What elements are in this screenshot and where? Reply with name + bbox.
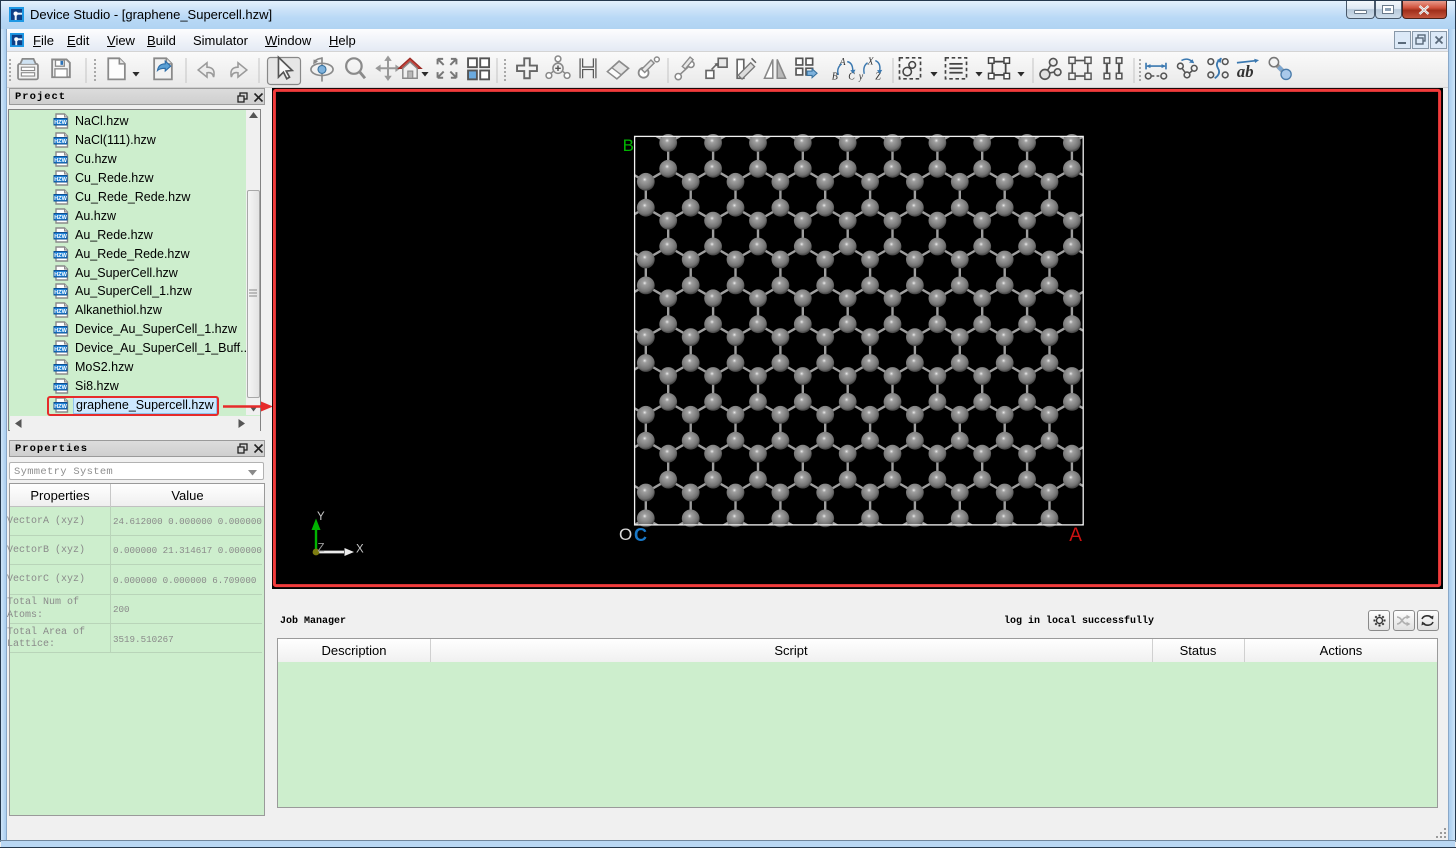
svg-text:HZW: HZW bbox=[54, 138, 67, 144]
svg-text:Z: Z bbox=[318, 543, 325, 555]
svg-text:HZW: HZW bbox=[54, 366, 67, 372]
svg-text:HZW: HZW bbox=[54, 347, 67, 353]
svg-text:X: X bbox=[356, 544, 364, 556]
svg-text:HZW: HZW bbox=[54, 119, 67, 125]
svg-text:y: y bbox=[858, 71, 864, 82]
svg-text:C: C bbox=[848, 71, 855, 82]
svg-text:B: B bbox=[832, 71, 838, 82]
svg-text:HZW: HZW bbox=[54, 214, 67, 220]
svg-text:HZW: HZW bbox=[54, 385, 67, 391]
svg-text:O: O bbox=[619, 525, 632, 544]
svg-text:HZW: HZW bbox=[54, 328, 67, 334]
svg-text:HZW: HZW bbox=[54, 252, 67, 258]
svg-text:HZW: HZW bbox=[54, 176, 67, 182]
svg-text:HZW: HZW bbox=[54, 233, 67, 239]
svg-text:HZW: HZW bbox=[54, 309, 67, 315]
svg-text:X: X bbox=[867, 56, 875, 67]
svg-text:Z: Z bbox=[875, 71, 881, 82]
svg-text:Y: Y bbox=[317, 511, 325, 523]
svg-text:ab: ab bbox=[1237, 62, 1254, 81]
svg-text:A: A bbox=[1069, 525, 1082, 546]
svg-text:HZW: HZW bbox=[54, 157, 67, 163]
svg-text:HZW: HZW bbox=[54, 290, 67, 296]
svg-text:HZW: HZW bbox=[54, 271, 67, 277]
svg-text:HZW: HZW bbox=[54, 195, 67, 201]
svg-text:B: B bbox=[623, 136, 634, 155]
svg-text:C: C bbox=[634, 525, 647, 545]
